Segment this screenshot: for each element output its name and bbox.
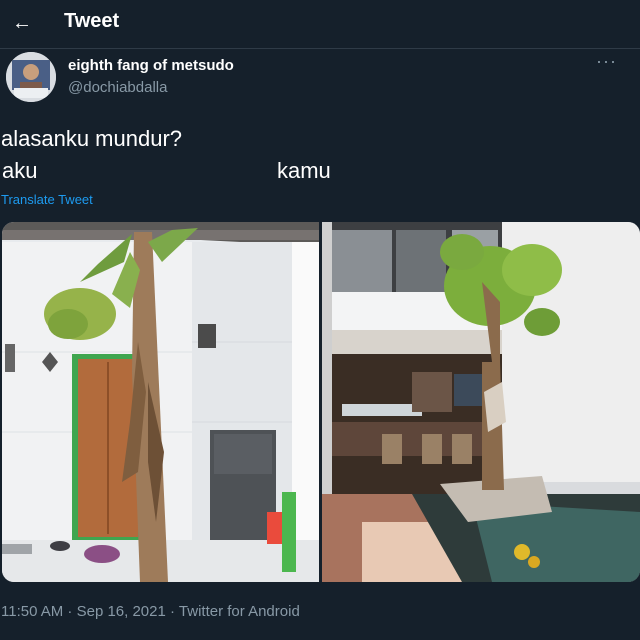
arrow-left-icon: ← (12, 12, 32, 34)
tweet-text-aku: aku (2, 158, 38, 183)
tweet-header: ← Tweet (0, 0, 640, 49)
avatar[interactable] (6, 52, 56, 102)
tweet-text-kamu: kamu (277, 158, 331, 183)
photo-banana-tree-backyard[interactable] (2, 222, 319, 582)
more-options-button[interactable]: ··· (596, 51, 617, 72)
tweet-timestamp: 11:50 AM · Sep 16, 2021 · Twitter for An… (1, 603, 300, 620)
translate-tweet-link[interactable]: Translate Tweet (1, 192, 93, 207)
back-button[interactable]: ← (6, 8, 38, 40)
ellipsis-icon: ··· (596, 51, 617, 71)
author-display-name[interactable]: eighth fang of metsudo (68, 57, 234, 74)
page-title: Tweet (64, 10, 120, 32)
tweet-text: alasanku mundur? (1, 126, 183, 151)
photo-modern-house-courtyard[interactable] (322, 222, 640, 582)
tweet-media (0, 222, 640, 584)
author-handle[interactable]: @dochiabdalla (68, 79, 167, 96)
